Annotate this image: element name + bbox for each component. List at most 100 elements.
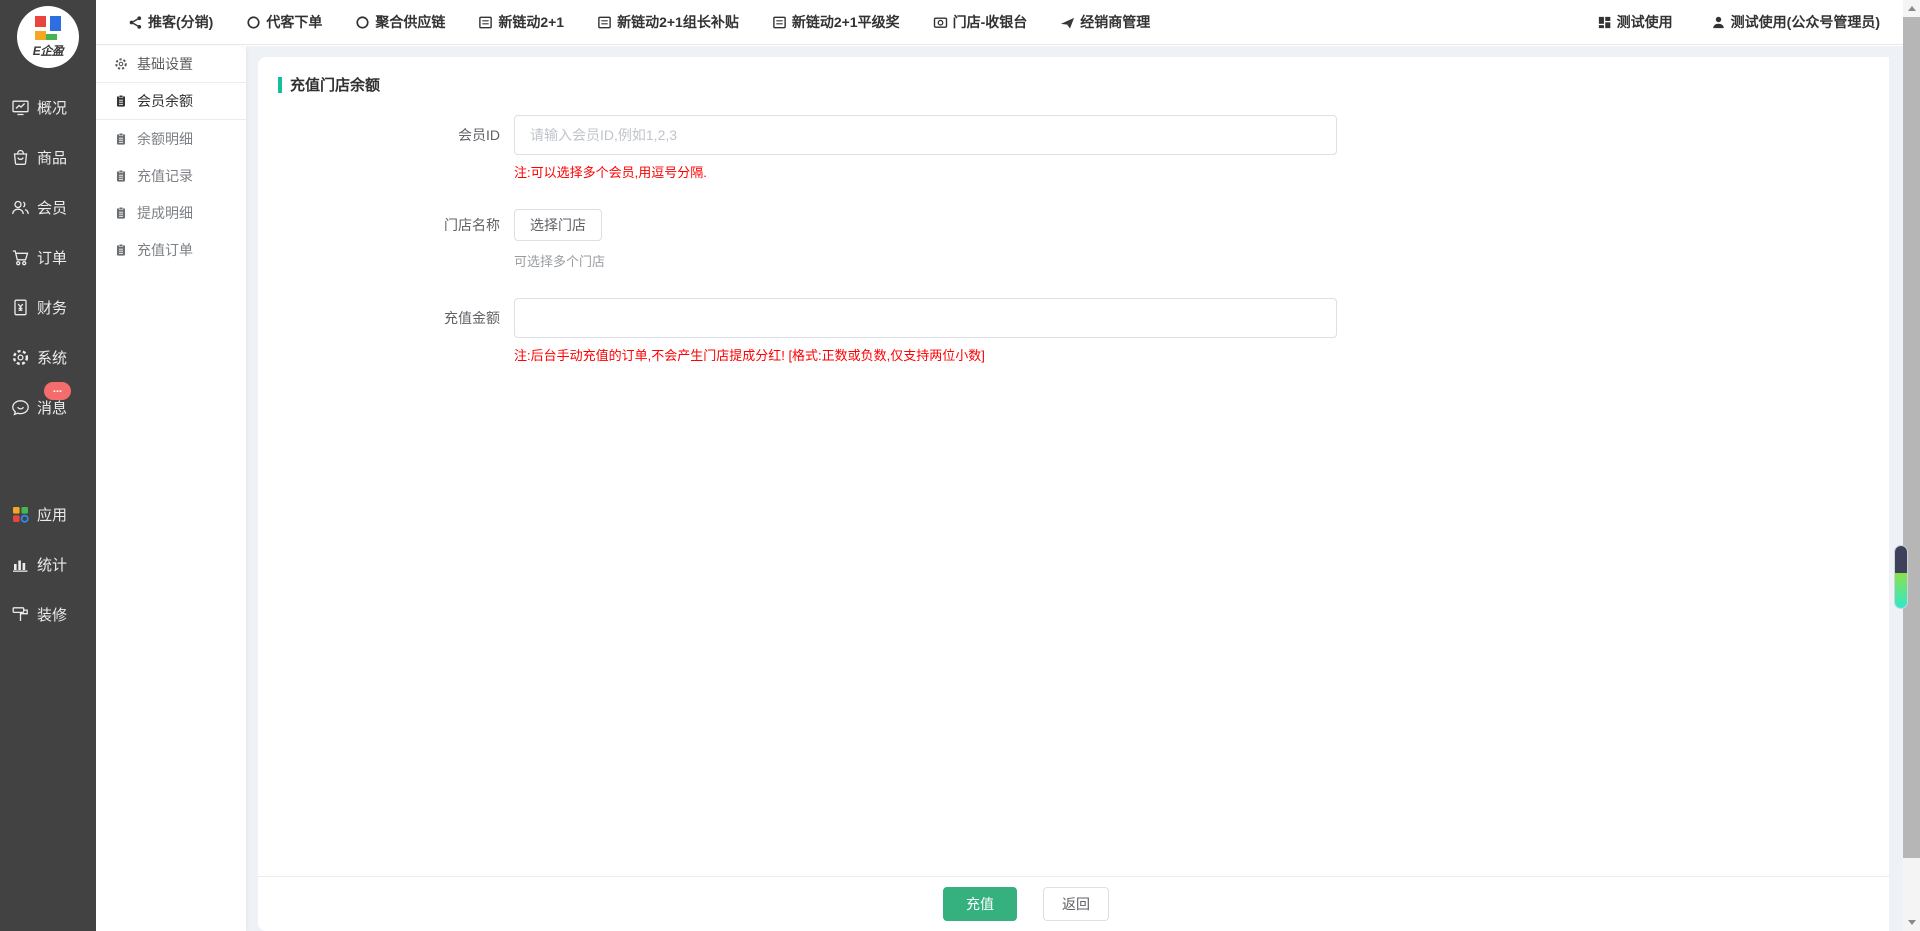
message-icon [11, 398, 30, 417]
main-content-card: 充值门店余额 会员ID 注:可以选择多个会员,用逗号分隔. 门店名称 选择门店 … [258, 57, 1889, 931]
sidebar-item-system[interactable]: 系统 [0, 332, 96, 382]
clipboard-icon [114, 169, 128, 183]
amount-group: 充值金额 注:后台手动充值的订单,不会产生门店提成分红! [格式:正数或负数,仅… [258, 298, 1889, 364]
member-id-input[interactable] [514, 115, 1337, 155]
sidebar-group-divider [0, 432, 96, 489]
page-title: 充值门店余额 [290, 74, 380, 95]
topnav-item-store-cashier[interactable]: 门店-收银台 [933, 12, 1028, 32]
pill-dark-segment [1895, 546, 1907, 573]
submenu-item-balance-detail[interactable]: 余额明细 [96, 120, 246, 157]
topnav-item-chain-21-peer[interactable]: 新链动2+1平级奖 [772, 12, 900, 32]
panel-icon [772, 15, 787, 30]
sidebar-item-label: 订单 [37, 247, 67, 268]
clipboard-icon [114, 94, 128, 108]
submenu-item-recharge-records[interactable]: 充值记录 [96, 157, 246, 194]
sidebar-item-messages[interactable]: 消息 ... [0, 382, 96, 432]
form-footer: 充值 返回 [258, 876, 1889, 931]
gear-icon [114, 57, 128, 71]
sidebar-item-orders[interactable]: 订单 [0, 232, 96, 282]
topnav-label: 推客(分销) [148, 12, 213, 32]
submenu-label: 会员余额 [137, 91, 193, 111]
topnav-label: 代客下单 [266, 12, 322, 32]
topnav-item-proxy-order[interactable]: 代客下单 [246, 12, 322, 32]
stats-icon [11, 555, 30, 574]
submenu-item-basic-settings[interactable]: 基础设置 [96, 46, 246, 83]
submenu-label: 余额明细 [137, 129, 193, 149]
circle-icon [246, 15, 261, 30]
goods-icon [11, 148, 30, 167]
topbar-user-label: 测试使用(公众号管理员) [1731, 12, 1880, 32]
topnav-item-dealer-mgmt[interactable]: 经销商管理 [1060, 12, 1150, 32]
panel-icon [478, 15, 493, 30]
submenu-label: 提成明细 [137, 203, 193, 223]
sidebar-item-goods[interactable]: 商品 [0, 132, 96, 182]
panel-icon [597, 15, 612, 30]
submenu-label: 充值订单 [137, 240, 193, 260]
amount-input[interactable] [514, 298, 1337, 338]
topnav-label: 新链动2+1平级奖 [792, 12, 900, 32]
topnav-label: 门店-收银台 [953, 12, 1028, 32]
topnav-item-distribution[interactable]: 推客(分销) [128, 12, 213, 32]
recharge-submit-button[interactable]: 充值 [943, 887, 1017, 921]
member-id-note: 注:可以选择多个会员,用逗号分隔. [514, 162, 1889, 181]
choose-store-button[interactable]: 选择门店 [514, 209, 602, 241]
topnav-label: 经销商管理 [1080, 12, 1150, 32]
amount-label: 充值金额 [258, 298, 514, 338]
scrollbar-thumb[interactable] [1903, 17, 1920, 858]
message-count-badge: ... [44, 382, 71, 400]
scrollbar-up-arrow[interactable] [1903, 0, 1920, 17]
brand-logo[interactable]: E企盈 [17, 6, 79, 68]
topbar-test-account[interactable]: 测试使用 [1597, 12, 1673, 32]
page-scrollbar [1903, 0, 1920, 931]
page-title-row: 充值门店余额 [258, 57, 1889, 105]
topnav-item-supply-chain[interactable]: 聚合供应链 [355, 12, 445, 32]
floating-widget-pill [1894, 545, 1908, 609]
orders-icon [11, 248, 30, 267]
sidebar-item-finance[interactable]: 财务 [0, 282, 96, 332]
submenu-label: 基础设置 [137, 54, 193, 74]
sidebar-item-stats[interactable]: 统计 [0, 539, 96, 589]
store-name-label: 门店名称 [258, 209, 514, 241]
submenu-item-member-balance[interactable]: 会员余额 [96, 83, 246, 120]
user-icon [1711, 15, 1726, 30]
title-accent-bar [278, 77, 282, 93]
sidebar-item-label: 商品 [37, 147, 67, 168]
clipboard-icon [114, 243, 128, 257]
topbar-right: 测试使用 测试使用(公众号管理员) [1597, 12, 1880, 32]
member-id-group: 会员ID 注:可以选择多个会员,用逗号分隔. [258, 115, 1889, 181]
submenu-item-recharge-orders[interactable]: 充值订单 [96, 231, 246, 268]
layout-icon [1597, 15, 1612, 30]
top-nav-items: 推客(分销) 代客下单 聚合供应链 新链动2+1 新链动2+1组长补贴 新 [128, 12, 1150, 32]
member-id-label: 会员ID [258, 115, 514, 155]
topnav-label: 新链动2+1组长补贴 [617, 12, 739, 32]
brand-logo-text: E企盈 [33, 42, 64, 59]
sidebar-item-label: 系统 [37, 347, 67, 368]
submenu-item-commission-detail[interactable]: 提成明细 [96, 194, 246, 231]
scrollbar-down-arrow[interactable] [1903, 914, 1920, 931]
members-icon [11, 198, 30, 217]
sidebar-item-label: 概况 [37, 97, 67, 118]
topbar-user-account[interactable]: 测试使用(公众号管理员) [1711, 12, 1880, 32]
store-name-note: 可选择多个门店 [514, 251, 1889, 270]
sidebar-item-label: 装修 [37, 604, 67, 625]
sidebar-item-label: 财务 [37, 297, 67, 318]
topnav-label: 新链动2+1 [498, 12, 564, 32]
clipboard-icon [114, 132, 128, 146]
sidebar-item-overview[interactable]: 概况 [0, 82, 96, 132]
sidebar-item-members[interactable]: 会员 [0, 182, 96, 232]
share-icon [128, 15, 143, 30]
secondary-sidebar: 基础设置 会员余额 余额明细 充值记录 提成明细 [96, 46, 246, 931]
back-button[interactable]: 返回 [1043, 887, 1109, 921]
primary-sidebar: E企盈 概况 商品 会员 订单 财务 [0, 0, 96, 931]
camera-icon [933, 15, 948, 30]
sidebar-item-apps[interactable]: 应用 [0, 489, 96, 539]
submenu-label: 充值记录 [137, 166, 193, 186]
store-name-group: 门店名称 选择门店 可选择多个门店 [258, 209, 1889, 270]
system-icon [11, 348, 30, 367]
topnav-item-chain-21[interactable]: 新链动2+1 [478, 12, 564, 32]
plane-icon [1060, 15, 1075, 30]
sidebar-item-decorate[interactable]: 装修 [0, 589, 96, 639]
recharge-form: 会员ID 注:可以选择多个会员,用逗号分隔. 门店名称 选择门店 可选择多个门店… [258, 115, 1889, 364]
brand-logo-icon [35, 16, 61, 40]
topnav-item-chain-21-leader[interactable]: 新链动2+1组长补贴 [597, 12, 739, 32]
